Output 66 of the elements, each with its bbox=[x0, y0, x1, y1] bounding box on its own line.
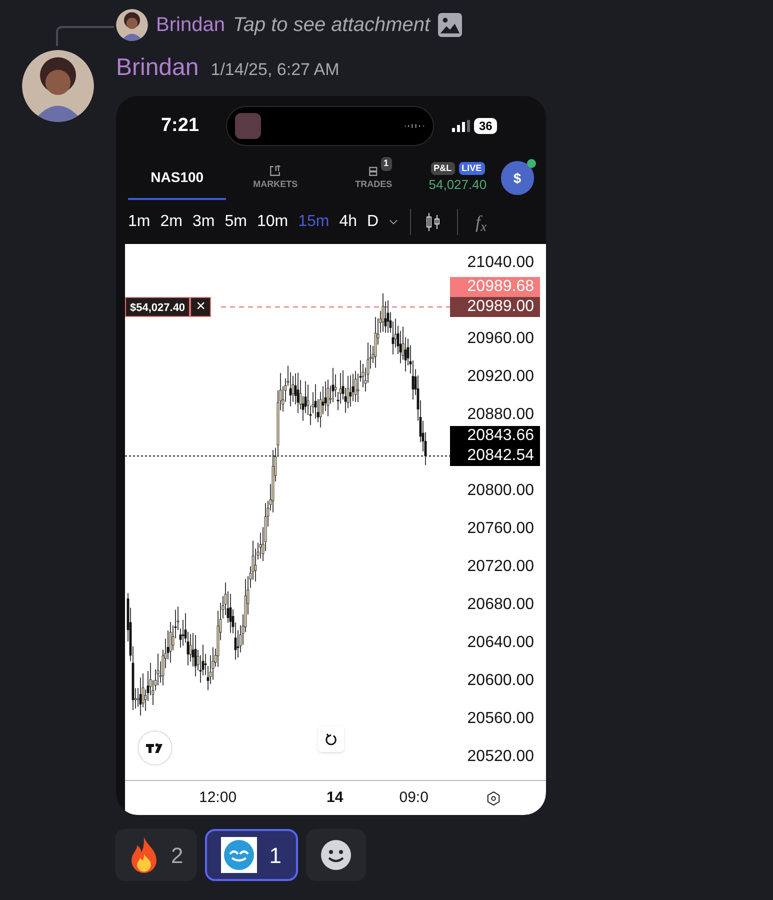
smiley-icon bbox=[320, 839, 352, 871]
avatar bbox=[116, 9, 148, 41]
nav-tab[interactable]: MARKETS bbox=[226, 156, 324, 200]
battery-level: 36 bbox=[474, 118, 498, 134]
rotate-icon bbox=[324, 732, 338, 746]
price-label: 20600.00 bbox=[467, 671, 534, 691]
live-badge: LIVE bbox=[458, 162, 485, 175]
emoji-icon bbox=[221, 837, 258, 873]
image-icon bbox=[438, 13, 462, 37]
price-label: 20920.00 bbox=[467, 367, 534, 387]
timeframe-tab[interactable]: D bbox=[362, 210, 383, 234]
timeframe-tab[interactable]: 5m bbox=[220, 210, 251, 234]
status-time: 7:21 bbox=[160, 114, 200, 138]
price-label: 20800.00 bbox=[467, 481, 534, 501]
timeframe-tab[interactable]: 10m bbox=[252, 210, 292, 234]
price-label: 20880.00 bbox=[467, 405, 534, 425]
count-badge: 1 bbox=[380, 157, 392, 170]
reply-connector-line bbox=[56, 26, 114, 46]
reaction-chip[interactable]: 2 bbox=[115, 829, 198, 881]
timeframe-tab[interactable]: 1m bbox=[124, 210, 154, 234]
price-tag: 20989.68 bbox=[450, 277, 540, 297]
price-tag: 20843.66 bbox=[450, 426, 540, 446]
price-label: 21040.00 bbox=[467, 253, 534, 273]
timeframe-tab[interactable]: 4h bbox=[335, 210, 361, 234]
nav-tab[interactable]: TRADES 1 bbox=[324, 156, 423, 200]
nav-tab[interactable]: NAS100 bbox=[128, 156, 226, 200]
time-label: 09:0 bbox=[399, 788, 428, 808]
indicators-button[interactable]: f$_{x}$ bbox=[476, 208, 487, 236]
price-label: 20960.00 bbox=[467, 329, 534, 349]
timeframe-tab[interactable]: 3m bbox=[188, 210, 219, 234]
price-label: 20760.00 bbox=[467, 519, 534, 539]
signal-icon bbox=[452, 120, 470, 132]
time-label: 12:00 bbox=[199, 788, 237, 808]
price-label: 20520.00 bbox=[467, 747, 534, 767]
reaction-chip[interactable]: 1 bbox=[205, 829, 298, 881]
export-icon bbox=[268, 164, 282, 178]
price-tag: 20842.54 bbox=[450, 446, 540, 466]
user-avatar bbox=[22, 50, 94, 122]
price-tag: 20989.00 bbox=[450, 297, 540, 317]
fire-icon bbox=[129, 837, 159, 873]
timestamp: 1/14/25, 6:27 AM bbox=[210, 59, 340, 81]
reaction-count: 2 bbox=[171, 842, 184, 870]
candlestick-icon[interactable] bbox=[424, 213, 441, 231]
reply-author[interactable]: Brindan bbox=[156, 10, 225, 40]
price-label: 20560.00 bbox=[467, 709, 534, 729]
account-button[interactable]: $ bbox=[500, 161, 534, 195]
price-label: 20680.00 bbox=[467, 595, 534, 615]
chevron-down-icon[interactable] bbox=[388, 219, 398, 225]
pnl-badge: P&L bbox=[430, 162, 455, 175]
attachment-screenshot[interactable] bbox=[116, 96, 546, 815]
reply-text[interactable]: Tap to see attachment bbox=[232, 10, 430, 40]
reset-button[interactable] bbox=[318, 726, 344, 752]
reaction-count: 1 bbox=[269, 842, 282, 870]
price-label: 20640.00 bbox=[467, 633, 534, 653]
close-order-button[interactable]: × bbox=[190, 297, 212, 317]
order-tag[interactable]: $54,027.40 bbox=[125, 297, 190, 317]
pnl-value: 54,027.40 bbox=[428, 176, 487, 194]
tradingview-logo-icon[interactable] bbox=[137, 730, 173, 766]
waveform-icon bbox=[403, 122, 425, 130]
time-label: 14 bbox=[326, 788, 344, 808]
price-label: 20720.00 bbox=[467, 557, 534, 577]
settings-icon[interactable] bbox=[486, 790, 502, 806]
timeframe-tab[interactable]: 2m bbox=[156, 210, 186, 234]
add-reaction-button[interactable] bbox=[306, 829, 366, 881]
author-name[interactable]: Brindan bbox=[116, 50, 199, 86]
app-icon bbox=[235, 113, 261, 139]
